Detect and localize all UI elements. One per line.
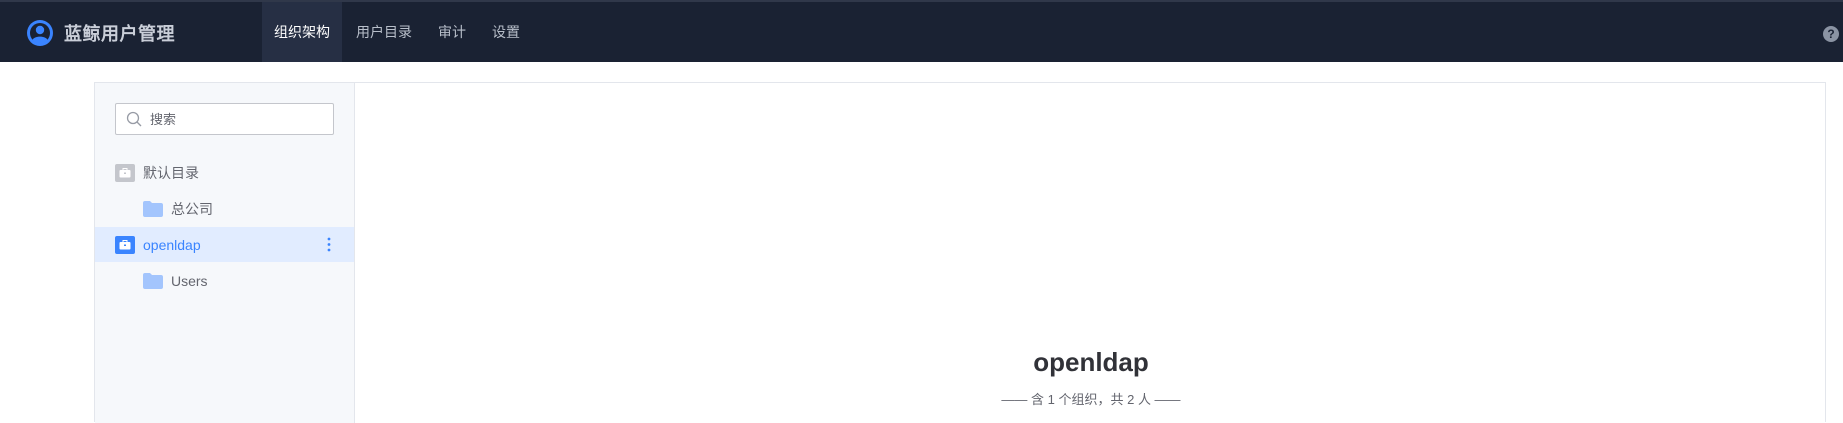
org-title: openldap xyxy=(1033,347,1149,377)
tree-item-label: 总公司 xyxy=(171,200,213,217)
help-icon[interactable]: ? xyxy=(1823,26,1839,42)
search-box xyxy=(115,103,334,135)
nav-tab-audit[interactable]: 审计 xyxy=(426,2,478,62)
nav-tab-org-structure[interactable]: 组织架构 xyxy=(262,2,342,62)
main-nav: 组织架构 用户目录 审计 设置 xyxy=(262,2,534,62)
search-icon xyxy=(126,111,142,127)
search-input[interactable] xyxy=(150,111,320,127)
org-summary: —— 含 1 个组织，共 2 人 —— xyxy=(1001,392,1181,407)
folder-icon xyxy=(143,200,163,217)
tree-item-label: 默认目录 xyxy=(143,164,199,181)
tree-item-openldap[interactable]: openldap xyxy=(95,227,354,262)
tree-item-head-office[interactable]: 总公司 xyxy=(95,191,354,226)
org-detail-content: openldap —— 含 1 个组织，共 2 人 —— xyxy=(356,83,1826,423)
tree-item-label: Users xyxy=(171,272,208,289)
directory-icon xyxy=(115,163,135,182)
nav-tab-user-directory[interactable]: 用户目录 xyxy=(344,2,424,62)
folder-icon xyxy=(143,272,163,289)
top-navigation-bar: 蓝鲸用户管理 组织架构 用户目录 审计 设置 ? xyxy=(0,0,1843,62)
tree-item-users[interactable]: Users xyxy=(95,263,354,298)
brand[interactable]: 蓝鲸用户管理 xyxy=(26,18,175,48)
user-logo-icon xyxy=(27,20,53,46)
org-tree-sidebar: 默认目录 总公司 openldap Users xyxy=(95,83,355,423)
directory-icon xyxy=(115,235,135,254)
tree-item-label: openldap xyxy=(143,236,201,253)
app-title: 蓝鲸用户管理 xyxy=(64,24,175,44)
more-vertical-icon[interactable] xyxy=(327,237,331,252)
nav-tab-settings[interactable]: 设置 xyxy=(480,2,532,62)
main-panel: 默认目录 总公司 openldap Users xyxy=(94,82,1826,423)
tree-item-default-directory[interactable]: 默认目录 xyxy=(95,155,354,190)
